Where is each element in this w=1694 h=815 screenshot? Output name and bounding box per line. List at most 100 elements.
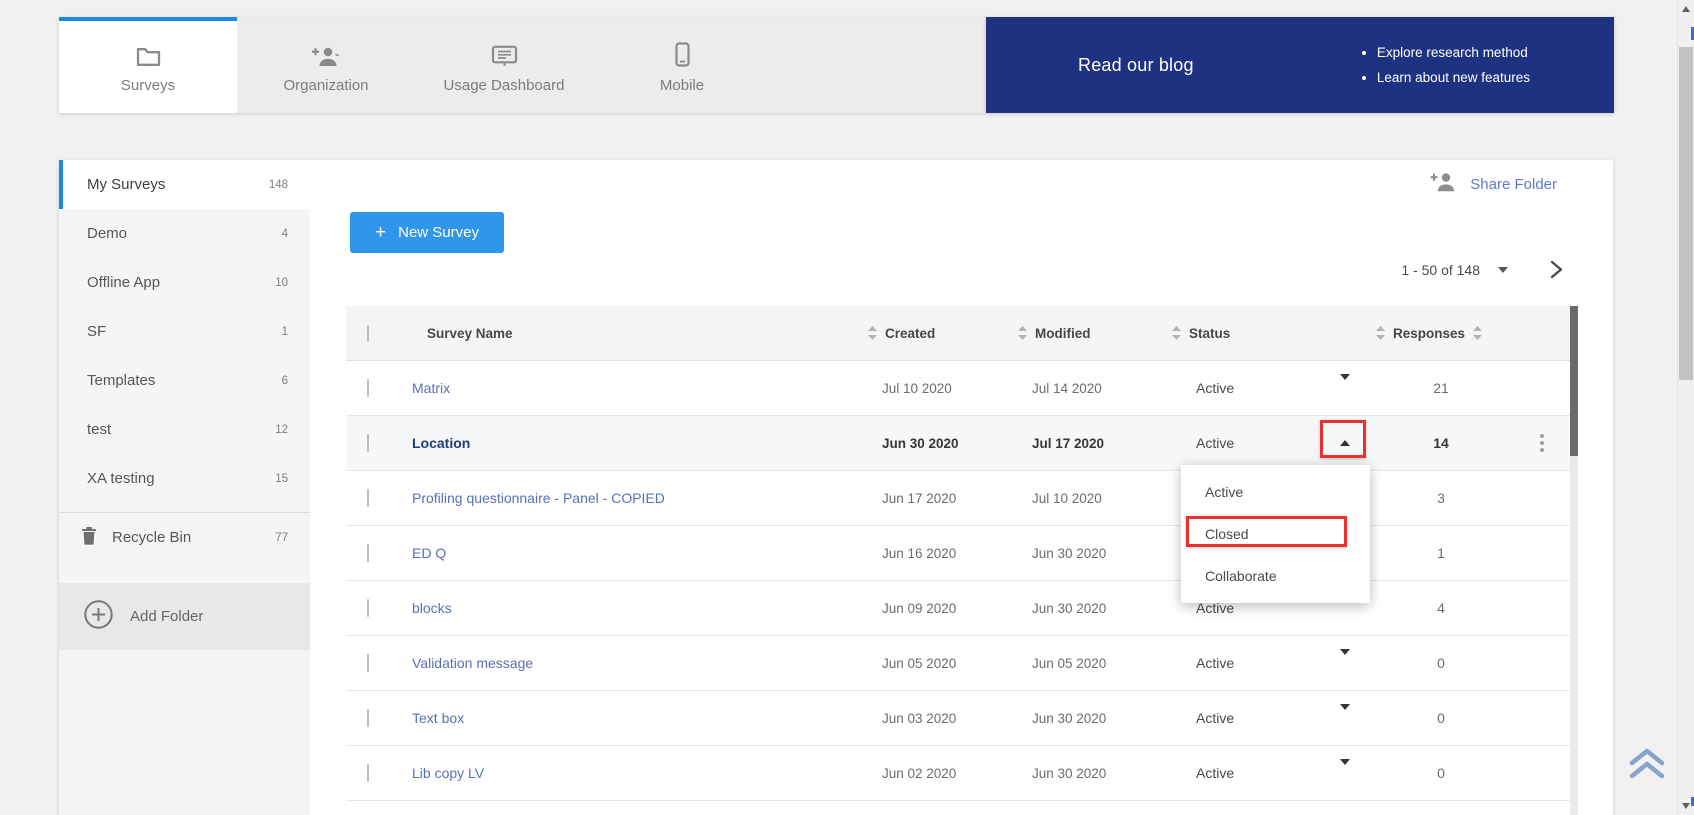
row-checkbox[interactable]: [367, 599, 369, 617]
created-date: Jun 09 2020: [868, 601, 1018, 616]
created-date: Jul 10 2020: [868, 381, 1018, 396]
survey-name-link[interactable]: Text box: [412, 710, 868, 726]
table-row: ED Q Jun 16 2020 Jun 30 2020 Active 1: [346, 526, 1578, 581]
new-survey-button[interactable]: + New Survey: [350, 212, 504, 253]
folder-label: Offline App: [87, 274, 160, 291]
created-date: Jun 02 2020: [868, 766, 1018, 781]
row-checkbox[interactable]: [367, 434, 369, 452]
responses-count: 1: [1376, 545, 1506, 561]
folder-count: 12: [275, 424, 288, 436]
table-scrollbar-track[interactable]: [1570, 306, 1578, 815]
tab-organization[interactable]: Organization: [237, 17, 415, 113]
tab-surveys[interactable]: Surveys: [59, 17, 237, 113]
mobile-icon: [675, 41, 690, 67]
page-scrollbar-thumb[interactable]: [1679, 47, 1693, 380]
scroll-to-top-button[interactable]: [1626, 746, 1668, 783]
status-dropdown-option[interactable]: Collaborate: [1181, 555, 1370, 597]
table-scrollbar-thumb[interactable]: [1570, 306, 1578, 456]
sidebar-folder-item[interactable]: Offline App 10: [59, 258, 310, 307]
modified-date: Jun 05 2020: [1018, 656, 1172, 671]
survey-name-link[interactable]: Lib copy LV: [412, 765, 868, 781]
header-responses[interactable]: Responses: [1376, 326, 1506, 341]
row-checkbox[interactable]: [367, 544, 369, 562]
table-row: Profiling questionnaire - Panel - COPIED…: [346, 471, 1578, 526]
tab-label: Organization: [283, 77, 368, 94]
sort-icon: [1376, 326, 1385, 340]
blog-promo-banner[interactable]: Read our blog Explore research methodLea…: [986, 17, 1614, 113]
tab-mobile[interactable]: Mobile: [593, 17, 771, 113]
status-dropdown-option[interactable]: Active: [1181, 471, 1370, 513]
header-status[interactable]: Status: [1172, 326, 1376, 341]
sidebar-folder-item[interactable]: SF 1: [59, 307, 310, 356]
recycle-bin-count: 77: [275, 532, 288, 544]
modified-date: Jul 14 2020: [1018, 381, 1172, 396]
folder-icon: [136, 41, 161, 67]
responses-count: 4: [1376, 600, 1506, 616]
scrollbar-up-arrow-icon[interactable]: [1682, 6, 1690, 12]
survey-name-link[interactable]: blocks: [412, 600, 868, 616]
row-checkbox[interactable]: [367, 489, 369, 507]
created-date: Jun 16 2020: [868, 546, 1018, 561]
tab-usage-dashboard[interactable]: Usage Dashboard: [415, 17, 593, 113]
modified-date: Jun 30 2020: [1018, 546, 1172, 561]
next-page-button[interactable]: [1548, 260, 1565, 279]
share-person-add-icon: [1430, 172, 1458, 196]
survey-name-link[interactable]: Validation message: [412, 655, 868, 671]
header-created[interactable]: Created: [868, 326, 1018, 341]
share-folder-link[interactable]: Share Folder: [1430, 172, 1557, 196]
folder-count: 10: [275, 277, 288, 289]
survey-name-link[interactable]: Profiling questionnaire - Panel - COPIED: [412, 490, 868, 506]
header-label: Modified: [1035, 326, 1091, 341]
modified-date: Jul 10 2020: [1018, 491, 1172, 506]
banner-title: Read our blog: [1078, 55, 1194, 76]
status-cell: Active: [1172, 380, 1376, 396]
annotation-box-status-toggle: [1320, 420, 1366, 458]
status-cell: Active: [1172, 710, 1376, 726]
header-survey-name[interactable]: Survey Name: [412, 326, 868, 341]
table-header-row: Survey Name Created Modified Status Resp…: [346, 306, 1578, 361]
status-dropdown-toggle[interactable]: [1340, 710, 1350, 726]
header-modified[interactable]: Modified: [1018, 326, 1172, 341]
add-folder-button[interactable]: Add Folder: [59, 583, 310, 650]
row-checkbox[interactable]: [367, 379, 369, 397]
status-dropdown-toggle[interactable]: [1340, 655, 1350, 671]
caret-down-icon: [1340, 649, 1350, 671]
header-label: Survey Name: [427, 326, 513, 341]
double-chevron-up-icon: [1626, 746, 1668, 780]
pagination-caret-down-icon[interactable]: [1498, 267, 1508, 273]
row-checkbox[interactable]: [367, 709, 369, 727]
table-row: Lib copy LV Jun 02 2020 Jun 30 2020 Acti…: [346, 746, 1578, 801]
sidebar-folder-item[interactable]: XA testing 15: [59, 454, 310, 503]
sidebar-item-recycle-bin[interactable]: Recycle Bin 77: [59, 513, 310, 562]
status-dropdown-toggle[interactable]: [1340, 765, 1350, 781]
tab-label: Usage Dashboard: [444, 77, 565, 94]
banner-bullet: Explore research method: [1377, 40, 1530, 65]
folder-label: Templates: [87, 372, 155, 389]
scrollbar-down-arrow-icon[interactable]: [1682, 803, 1690, 809]
caret-down-icon: [1340, 759, 1350, 781]
status-value: Active: [1196, 380, 1234, 396]
status-dropdown-toggle[interactable]: [1340, 380, 1350, 396]
row-checkbox[interactable]: [367, 654, 369, 672]
row-actions-kebab-icon[interactable]: [1536, 430, 1548, 456]
folder-count: 6: [282, 375, 288, 387]
status-value: Active: [1196, 710, 1234, 726]
sidebar-folder-item[interactable]: My Surveys 148: [59, 160, 310, 209]
sidebar-folder-item[interactable]: Templates 6: [59, 356, 310, 405]
modified-date: Jul 17 2020: [1018, 436, 1172, 451]
survey-name-link[interactable]: Matrix: [412, 380, 868, 396]
sidebar-folder-item[interactable]: Demo 4: [59, 209, 310, 258]
sort-icon: [1473, 326, 1482, 340]
status-cell: Active: [1172, 765, 1376, 781]
dashboard-icon: [491, 41, 518, 67]
sidebar-folder-item[interactable]: test 12: [59, 405, 310, 454]
pagination-range-label[interactable]: 1 - 50 of 148: [1401, 262, 1480, 278]
survey-name-link[interactable]: ED Q: [412, 545, 868, 561]
folder-sidebar: My Surveys 148 Demo 4 Offline App 10 SF …: [59, 160, 310, 815]
page-scrollbar[interactable]: [1677, 0, 1694, 815]
annotation-box-closed-option: [1186, 516, 1347, 547]
select-all-checkbox[interactable]: [367, 325, 369, 342]
survey-name-link[interactable]: Location: [412, 435, 868, 451]
row-checkbox[interactable]: [367, 764, 369, 782]
sort-icon: [868, 326, 877, 340]
